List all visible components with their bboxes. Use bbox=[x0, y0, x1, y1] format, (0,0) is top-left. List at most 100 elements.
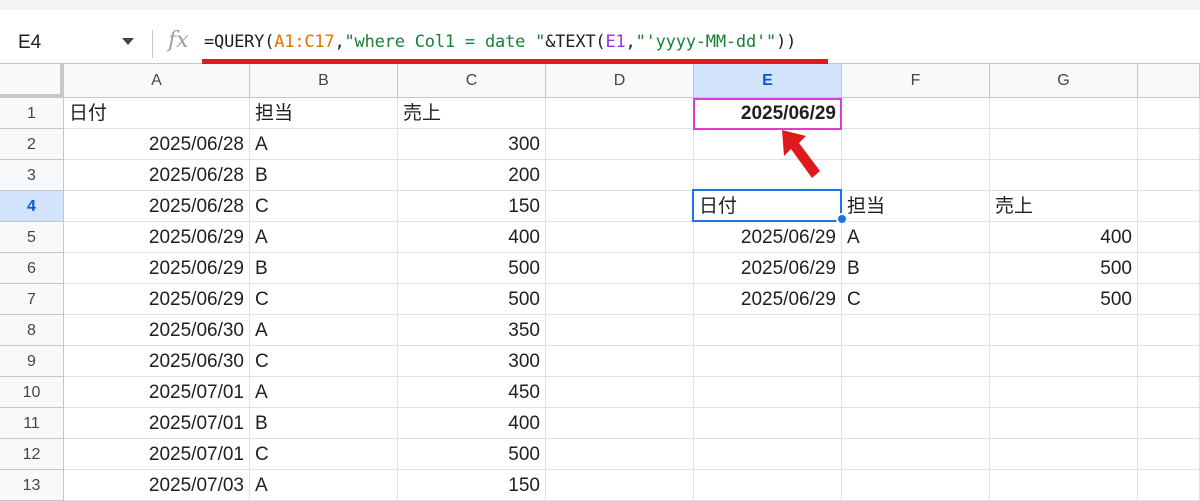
cell-G12[interactable] bbox=[990, 439, 1138, 470]
cell-A3[interactable]: 2025/06/28 bbox=[64, 160, 250, 191]
column-header-g[interactable]: G bbox=[990, 64, 1138, 98]
cell-H1[interactable] bbox=[1138, 98, 1200, 129]
cell-C11[interactable]: 400 bbox=[398, 408, 546, 439]
cell-D6[interactable] bbox=[546, 253, 694, 284]
cell-C7[interactable]: 500 bbox=[398, 284, 546, 315]
cell-C2[interactable]: 300 bbox=[398, 129, 546, 160]
row-header-12[interactable]: 12 bbox=[0, 439, 64, 470]
cell-G2[interactable] bbox=[990, 129, 1138, 160]
cell-D8[interactable] bbox=[546, 315, 694, 346]
cell-F13[interactable] bbox=[842, 470, 990, 501]
row-header-9[interactable]: 9 bbox=[0, 346, 64, 377]
cell-E8[interactable] bbox=[694, 315, 842, 346]
cell-D9[interactable] bbox=[546, 346, 694, 377]
cell-A9[interactable]: 2025/06/30 bbox=[64, 346, 250, 377]
cell-F1[interactable] bbox=[842, 98, 990, 129]
row-header-4[interactable]: 4 bbox=[0, 191, 64, 222]
column-header-e[interactable]: E bbox=[694, 64, 842, 98]
cell-F12[interactable] bbox=[842, 439, 990, 470]
name-box[interactable]: E4 bbox=[18, 32, 41, 54]
cell-H5[interactable] bbox=[1138, 222, 1200, 253]
cell-F2[interactable] bbox=[842, 129, 990, 160]
cell-F11[interactable] bbox=[842, 408, 990, 439]
cell-C3[interactable]: 200 bbox=[398, 160, 546, 191]
row-header-11[interactable]: 11 bbox=[0, 408, 64, 439]
cell-G10[interactable] bbox=[990, 377, 1138, 408]
cell-B11[interactable]: B bbox=[250, 408, 398, 439]
cell-C1[interactable]: 売上 bbox=[398, 98, 546, 129]
cell-A12[interactable]: 2025/07/01 bbox=[64, 439, 250, 470]
cell-C4[interactable]: 150 bbox=[398, 191, 546, 222]
row-header-1[interactable]: 1 bbox=[0, 98, 64, 129]
cell-F8[interactable] bbox=[842, 315, 990, 346]
cell-H3[interactable] bbox=[1138, 160, 1200, 191]
cell-A2[interactable]: 2025/06/28 bbox=[64, 129, 250, 160]
row-header-6[interactable]: 6 bbox=[0, 253, 64, 284]
cell-G11[interactable] bbox=[990, 408, 1138, 439]
fill-handle[interactable] bbox=[836, 213, 848, 225]
cell-E12[interactable] bbox=[694, 439, 842, 470]
cell-C9[interactable]: 300 bbox=[398, 346, 546, 377]
cell-H12[interactable] bbox=[1138, 439, 1200, 470]
row-header-5[interactable]: 5 bbox=[0, 222, 64, 253]
cell-D11[interactable] bbox=[546, 408, 694, 439]
name-box-dropdown-icon[interactable] bbox=[122, 38, 134, 45]
cell-F4[interactable]: 担当 bbox=[842, 191, 990, 222]
cell-H4[interactable] bbox=[1138, 191, 1200, 222]
formula-input[interactable]: =QUERY(A1:C17,"where Col1 = date "&TEXT(… bbox=[204, 32, 796, 52]
cell-E5[interactable]: 2025/06/29 bbox=[694, 222, 842, 253]
cell-B2[interactable]: A bbox=[250, 129, 398, 160]
cell-D3[interactable] bbox=[546, 160, 694, 191]
cell-E9[interactable] bbox=[694, 346, 842, 377]
cell-H7[interactable] bbox=[1138, 284, 1200, 315]
cell-B13[interactable]: A bbox=[250, 470, 398, 501]
row-header-2[interactable]: 2 bbox=[0, 129, 64, 160]
column-header-c[interactable]: C bbox=[398, 64, 546, 98]
cell-D1[interactable] bbox=[546, 98, 694, 129]
column-header-f[interactable]: F bbox=[842, 64, 990, 98]
cell-D7[interactable] bbox=[546, 284, 694, 315]
cell-G1[interactable] bbox=[990, 98, 1138, 129]
row-header-7[interactable]: 7 bbox=[0, 284, 64, 315]
column-header-b[interactable]: B bbox=[250, 64, 398, 98]
cell-B1[interactable]: 担当 bbox=[250, 98, 398, 129]
cell-G13[interactable] bbox=[990, 470, 1138, 501]
cell-H9[interactable] bbox=[1138, 346, 1200, 377]
cell-E11[interactable] bbox=[694, 408, 842, 439]
cell-A7[interactable]: 2025/06/29 bbox=[64, 284, 250, 315]
cell-A11[interactable]: 2025/07/01 bbox=[64, 408, 250, 439]
cell-D4[interactable] bbox=[546, 191, 694, 222]
cell-C12[interactable]: 500 bbox=[398, 439, 546, 470]
cell-B9[interactable]: C bbox=[250, 346, 398, 377]
cell-H13[interactable] bbox=[1138, 470, 1200, 501]
cell-A10[interactable]: 2025/07/01 bbox=[64, 377, 250, 408]
cell-G6[interactable]: 500 bbox=[990, 253, 1138, 284]
column-header-a[interactable]: A bbox=[64, 64, 250, 98]
cell-G8[interactable] bbox=[990, 315, 1138, 346]
row-header-10[interactable]: 10 bbox=[0, 377, 64, 408]
cell-H2[interactable] bbox=[1138, 129, 1200, 160]
column-header-d[interactable]: D bbox=[546, 64, 694, 98]
cell-D2[interactable] bbox=[546, 129, 694, 160]
cell-C10[interactable]: 450 bbox=[398, 377, 546, 408]
cell-C8[interactable]: 350 bbox=[398, 315, 546, 346]
cell-D12[interactable] bbox=[546, 439, 694, 470]
cell-H10[interactable] bbox=[1138, 377, 1200, 408]
cell-B12[interactable]: C bbox=[250, 439, 398, 470]
cell-F10[interactable] bbox=[842, 377, 990, 408]
cell-F7[interactable]: C bbox=[842, 284, 990, 315]
cell-H8[interactable] bbox=[1138, 315, 1200, 346]
cell-B8[interactable]: A bbox=[250, 315, 398, 346]
cell-G3[interactable] bbox=[990, 160, 1138, 191]
cell-B4[interactable]: C bbox=[250, 191, 398, 222]
cell-B5[interactable]: A bbox=[250, 222, 398, 253]
cell-C6[interactable]: 500 bbox=[398, 253, 546, 284]
cell-H11[interactable] bbox=[1138, 408, 1200, 439]
cell-C13[interactable]: 150 bbox=[398, 470, 546, 501]
cell-C5[interactable]: 400 bbox=[398, 222, 546, 253]
cell-F3[interactable] bbox=[842, 160, 990, 191]
cell-D13[interactable] bbox=[546, 470, 694, 501]
cell-B7[interactable]: C bbox=[250, 284, 398, 315]
cell-B6[interactable]: B bbox=[250, 253, 398, 284]
cell-A1[interactable]: 日付 bbox=[64, 98, 250, 129]
